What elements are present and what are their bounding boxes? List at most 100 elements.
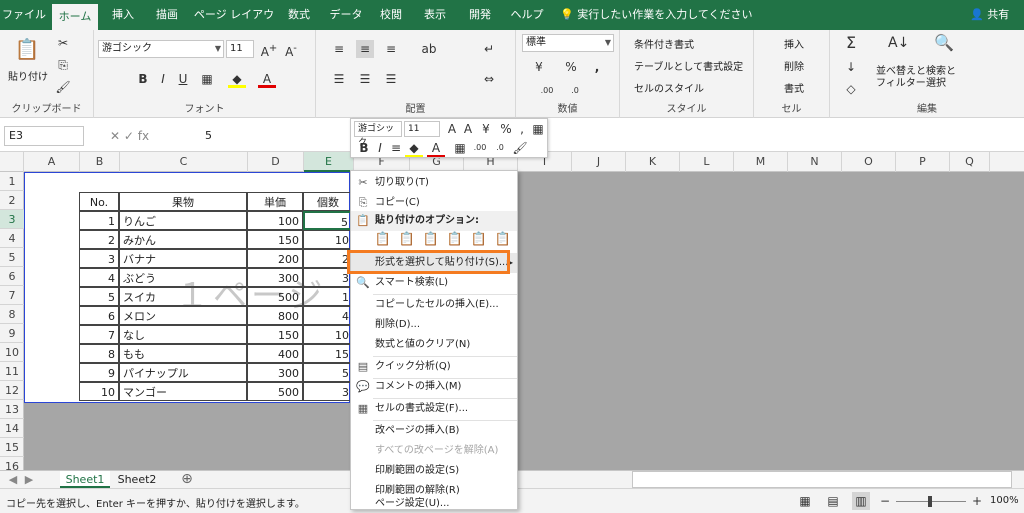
table-cell[interactable]: 5 (79, 287, 119, 306)
table-cell[interactable]: 9 (79, 363, 119, 382)
sheet-tab-sheet1[interactable]: Sheet1 (60, 471, 110, 488)
paste-option-formatting-icon[interactable]: 📋 (469, 231, 489, 249)
mini-shrink-font-icon[interactable]: A (459, 120, 477, 138)
table-cell[interactable]: 8 (79, 344, 119, 363)
row-header-9[interactable]: 9 (0, 324, 24, 343)
decrease-decimal-icon[interactable]: .0 (566, 82, 584, 100)
currency-icon[interactable]: ¥ (530, 58, 548, 76)
horizontal-scrollbar[interactable] (632, 471, 1012, 488)
align-middle-icon[interactable]: ≡ (356, 40, 374, 58)
table-header-cell[interactable]: 単価 (247, 192, 303, 211)
row-header-3[interactable]: 3 (0, 210, 24, 229)
table-cell[interactable]: りんご (119, 211, 247, 230)
table-cell[interactable]: パイナップル (119, 363, 247, 382)
table-cell[interactable]: スイカ (119, 287, 247, 306)
paste-option-formulas-icon[interactable]: 📋 (421, 231, 441, 249)
fill-icon[interactable]: ↓ (842, 58, 860, 76)
scroll-left-icon[interactable]: ◀ (6, 471, 20, 488)
table-cell[interactable]: 300 (247, 268, 303, 287)
tab-formulas[interactable]: 数式 (280, 0, 318, 30)
number-format-combo[interactable]: 標準 ▼ (522, 34, 614, 52)
table-cell[interactable]: 200 (247, 249, 303, 268)
column-header-p[interactable]: P (896, 152, 950, 172)
mini-dec-decimal-icon[interactable]: .0 (491, 139, 509, 157)
table-cell[interactable]: 2 (303, 249, 353, 268)
format-painter-icon[interactable]: 🖌 (54, 78, 72, 96)
bold-icon[interactable]: B (134, 70, 152, 88)
zoom-slider-thumb[interactable] (928, 496, 932, 507)
row-header-11[interactable]: 11 (0, 362, 24, 381)
menu-item-quick-analysis[interactable]: ▤ クイック分析(Q) (351, 357, 517, 377)
table-cell[interactable]: なし (119, 325, 247, 344)
table-cell[interactable]: 7 (79, 325, 119, 344)
table-cell[interactable]: 4 (303, 306, 353, 325)
column-header-e[interactable]: E (304, 152, 354, 172)
column-header-c[interactable]: C (120, 152, 248, 172)
cut-icon[interactable]: ✂ (54, 34, 72, 52)
tab-data[interactable]: データ (325, 0, 367, 30)
align-bottom-icon[interactable]: ≡ (382, 40, 400, 58)
table-header-cell[interactable]: 果物 (119, 192, 247, 211)
sheet-tab-sheet2[interactable]: Sheet2 (112, 471, 162, 488)
menu-item-format-cells[interactable]: ▦ セルの書式設定(F)... (351, 399, 517, 419)
table-cell[interactable]: 150 (247, 325, 303, 344)
table-cell[interactable]: 10 (303, 230, 353, 249)
table-cell[interactable]: 1 (79, 211, 119, 230)
tab-view[interactable]: 表示 (416, 0, 454, 30)
paste-option-transpose-icon[interactable]: 📋 (445, 231, 465, 249)
conditional-formatting-button[interactable]: 条件付き書式 (634, 36, 694, 51)
add-sheet-icon[interactable]: ⊕ (178, 471, 196, 488)
row-header-8[interactable]: 8 (0, 305, 24, 324)
menu-item-delete[interactable]: 削除(D)... (351, 315, 517, 335)
tab-page-layout[interactable]: ページ レイアウト (193, 0, 275, 51)
tab-help[interactable]: ヘルプ (506, 0, 548, 30)
column-header-d[interactable]: D (248, 152, 304, 172)
orientation-icon[interactable]: ab (420, 40, 438, 58)
table-cell[interactable]: 400 (247, 344, 303, 363)
align-right-icon[interactable]: ☰ (382, 70, 400, 88)
column-header-n[interactable]: N (788, 152, 842, 172)
zoom-level[interactable]: 100% (990, 495, 1019, 506)
table-cell[interactable]: 3 (303, 268, 353, 287)
column-header-a[interactable]: A (24, 152, 80, 172)
column-header-l[interactable]: L (680, 152, 734, 172)
table-cell[interactable]: 5 (303, 363, 353, 382)
table-cell[interactable]: 10 (79, 382, 119, 401)
copy-icon[interactable]: ⎘ (54, 56, 72, 74)
clear-icon[interactable]: ◇ (842, 80, 860, 98)
table-cell[interactable]: 15 (303, 344, 353, 363)
table-cell[interactable]: 5 (303, 211, 353, 230)
paste-icon[interactable]: 📋 (14, 36, 40, 62)
menu-item-insert-comment[interactable]: 💬 コメントの挿入(M) (351, 377, 517, 397)
merge-center-icon[interactable]: ⇔ (480, 70, 498, 88)
mini-format-painter-icon[interactable]: 🖌 (511, 139, 529, 157)
italic-icon[interactable]: I (154, 70, 172, 88)
mini-inc-decimal-icon[interactable]: .00 (471, 139, 489, 157)
table-header-cell[interactable]: No. (79, 192, 119, 211)
borders-icon[interactable]: ▦ (198, 70, 216, 88)
column-header-b[interactable]: B (80, 152, 120, 172)
normal-view-icon[interactable]: ▦ (796, 492, 814, 510)
table-cell[interactable]: 100 (247, 211, 303, 230)
mini-format-icon[interactable]: ▦ (529, 120, 547, 138)
find-icon[interactable]: 🔍 (934, 34, 954, 52)
table-cell[interactable]: 1 (303, 287, 353, 306)
cell-styles-button[interactable]: セルのスタイル (634, 80, 704, 95)
row-header-14[interactable]: 14 (0, 419, 24, 438)
table-cell[interactable]: 4 (79, 268, 119, 287)
mini-font-color-icon[interactable]: A (427, 139, 445, 157)
zoom-in-icon[interactable]: + (968, 492, 986, 510)
column-header-k[interactable]: K (626, 152, 680, 172)
align-left-icon[interactable]: ☰ (330, 70, 348, 88)
menu-item-insert-page-break[interactable]: 改ページの挿入(B) (351, 421, 517, 441)
table-cell[interactable]: 6 (79, 306, 119, 325)
mini-fill-icon[interactable]: ◆ (405, 139, 423, 157)
table-cell[interactable]: 10 (303, 325, 353, 344)
tab-file[interactable]: ファイル (0, 0, 48, 30)
tab-review[interactable]: 校閲 (372, 0, 410, 30)
menu-item-insert-copied[interactable]: コピーしたセルの挿入(E)... (351, 295, 517, 315)
row-header-16[interactable]: 16 (0, 457, 24, 470)
format-as-table-button[interactable]: テーブルとして書式設定 (634, 58, 743, 73)
column-header-j[interactable]: J (572, 152, 626, 172)
font-name-combo[interactable]: 游ゴシック ▼ (98, 40, 224, 58)
